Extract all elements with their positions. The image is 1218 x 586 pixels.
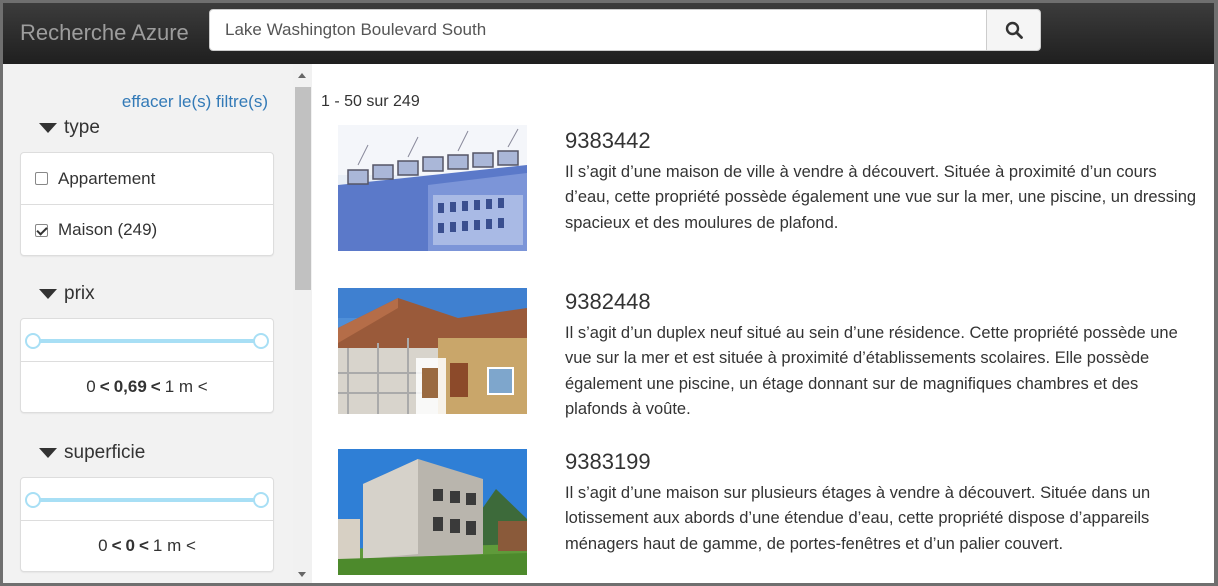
price-slider xyxy=(21,319,273,362)
type-facet-title: type xyxy=(64,117,100,138)
area-slider-track[interactable] xyxy=(33,498,261,502)
property-photo[interactable] xyxy=(338,288,527,414)
type-option-maison[interactable]: Maison (249) xyxy=(21,204,273,255)
type-facet-header[interactable]: type xyxy=(39,117,100,139)
search-button[interactable] xyxy=(986,9,1041,51)
price-slider-track[interactable] xyxy=(33,339,261,343)
area-range-sep: < xyxy=(111,536,122,555)
property-photo[interactable] xyxy=(338,449,527,575)
type-option-appartement[interactable]: Appartement xyxy=(21,153,273,204)
area-facet-title: superficie xyxy=(64,442,146,463)
price-facet-title: prix xyxy=(64,283,95,304)
results-count: 1 - 50 sur 249 xyxy=(321,93,420,110)
result-description: Il s’agit d’une maison sur plusieurs éta… xyxy=(565,484,1151,553)
sidebar-scrollbar[interactable] xyxy=(293,64,312,583)
price-range-text: 0 < 0,69 < 1 m < xyxy=(21,362,273,412)
area-range-value: 0 xyxy=(125,536,135,555)
price-range-sep: < xyxy=(99,377,110,396)
caret-down-icon xyxy=(39,448,57,458)
price-range-high: 1 m < xyxy=(164,377,208,396)
result-id[interactable]: 9383199 xyxy=(565,449,651,475)
caret-down-icon xyxy=(39,123,57,133)
type-option-label: Maison (249) xyxy=(58,220,158,239)
area-slider-min-handle[interactable] xyxy=(25,492,41,508)
search-input[interactable] xyxy=(209,9,987,51)
appartement-checkbox[interactable] xyxy=(35,172,48,185)
navbar: Recherche Azure xyxy=(3,3,1214,64)
type-option-label: Appartement xyxy=(58,168,156,188)
area-slider-max-handle[interactable] xyxy=(253,492,269,508)
browser-frame: Recherche Azure effacer le(s) filtre(s) … xyxy=(0,0,1218,586)
result-description: Il s’agit d’une maison de ville à vendre… xyxy=(565,163,1197,232)
area-slider xyxy=(21,478,273,521)
price-range-sep: < xyxy=(150,377,161,396)
property-photo[interactable] xyxy=(338,125,527,251)
area-facet-panel: 0 < 0 < 1 m < xyxy=(20,477,274,572)
result-id[interactable]: 9383442 xyxy=(565,128,651,154)
scroll-up-arrow-icon[interactable] xyxy=(298,73,306,78)
price-slider-max-handle[interactable] xyxy=(253,333,269,349)
maison-checkbox[interactable] xyxy=(35,223,48,237)
area-range-text: 0 < 0 < 1 m < xyxy=(21,521,273,571)
area-range-high: 1 m < xyxy=(152,536,196,555)
caret-down-icon xyxy=(39,289,57,299)
result-description: Il s’agit d’un duplex neuf situé au sein… xyxy=(565,324,1178,418)
clear-filters-link[interactable]: effacer le(s) filtre(s) xyxy=(122,92,268,112)
price-slider-min-handle[interactable] xyxy=(25,333,41,349)
area-range-low: 0 xyxy=(98,536,108,555)
price-facet-panel: 0 < 0,69 < 1 m < xyxy=(20,318,274,413)
area-range-sep: < xyxy=(138,536,149,555)
search-icon xyxy=(1005,21,1023,39)
scrollbar-thumb[interactable] xyxy=(295,87,311,290)
type-facet-panel: Appartement Maison (249) xyxy=(20,152,274,256)
price-range-value: 0,69 xyxy=(113,377,147,396)
area-facet-header[interactable]: superficie xyxy=(39,442,145,464)
brand-title[interactable]: Recherche Azure xyxy=(20,20,189,46)
result-id[interactable]: 9382448 xyxy=(565,289,651,315)
facet-sidebar: effacer le(s) filtre(s) type Appartement… xyxy=(3,64,293,583)
results-pane: 1 - 50 sur 249 9383442 Il s’agit d’une m… xyxy=(312,64,1214,583)
price-facet-header[interactable]: prix xyxy=(39,283,95,305)
scroll-down-arrow-icon[interactable] xyxy=(298,572,306,577)
price-range-low: 0 xyxy=(86,377,96,396)
